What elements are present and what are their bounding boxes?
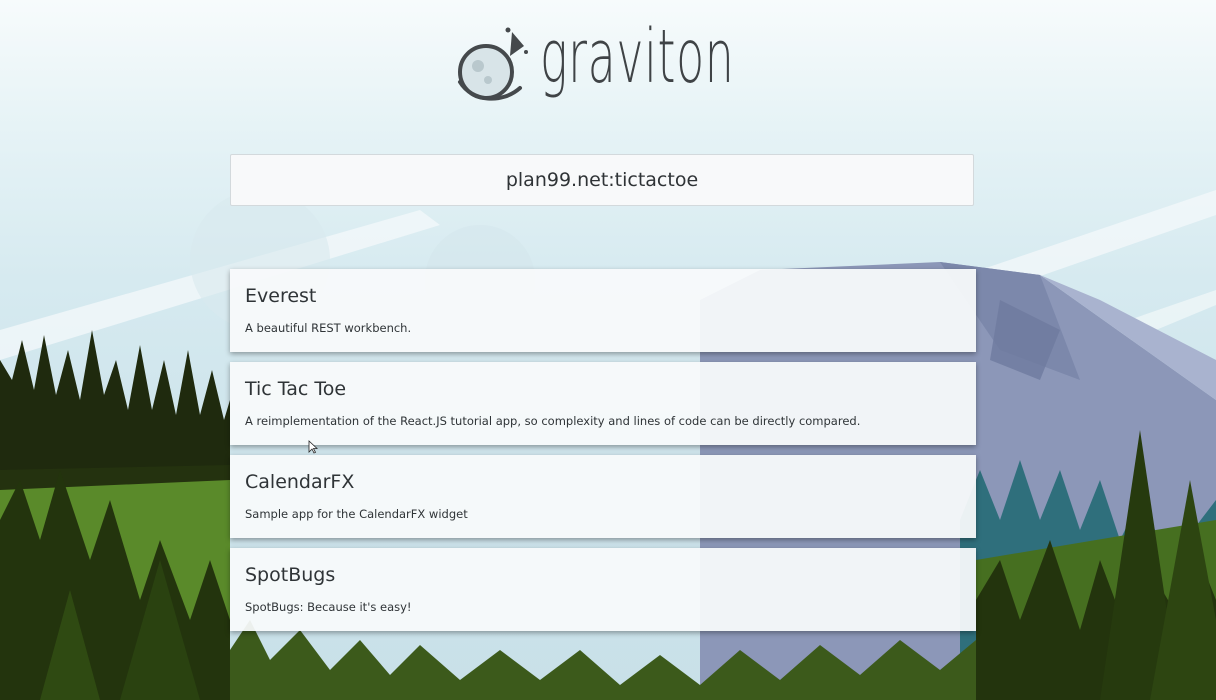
- app-description: Sample app for the CalendarFX widget: [245, 507, 468, 521]
- planet-rocket-icon: [458, 27, 528, 101]
- app-description: A reimplementation of the React.JS tutor…: [245, 414, 861, 428]
- app-title: Tic Tac Toe: [245, 378, 347, 400]
- app-list: Everest A beautiful REST workbench. Tic …: [230, 269, 976, 641]
- app-title: CalendarFX: [245, 471, 355, 493]
- app-description: A beautiful REST workbench.: [245, 321, 412, 335]
- app-description: SpotBugs: Because it's easy!: [245, 600, 412, 614]
- app-title: Everest: [245, 285, 317, 307]
- mouse-pointer-icon: [308, 440, 318, 454]
- launcher-window: graviton Everest A beautiful REST workbe…: [0, 0, 1216, 700]
- address-input[interactable]: [230, 154, 974, 206]
- logo-wordmark: graviton: [540, 14, 735, 100]
- app-card-everest[interactable]: Everest A beautiful REST workbench.: [230, 269, 976, 352]
- app-card-tic-tac-toe[interactable]: Tic Tac Toe A reimplementation of the Re…: [230, 362, 976, 445]
- graviton-logo: graviton: [452, 14, 762, 134]
- app-title: SpotBugs: [245, 564, 336, 586]
- app-card-calendarfx[interactable]: CalendarFX Sample app for the CalendarFX…: [230, 455, 976, 538]
- app-card-spotbugs[interactable]: SpotBugs SpotBugs: Because it's easy!: [230, 548, 976, 631]
